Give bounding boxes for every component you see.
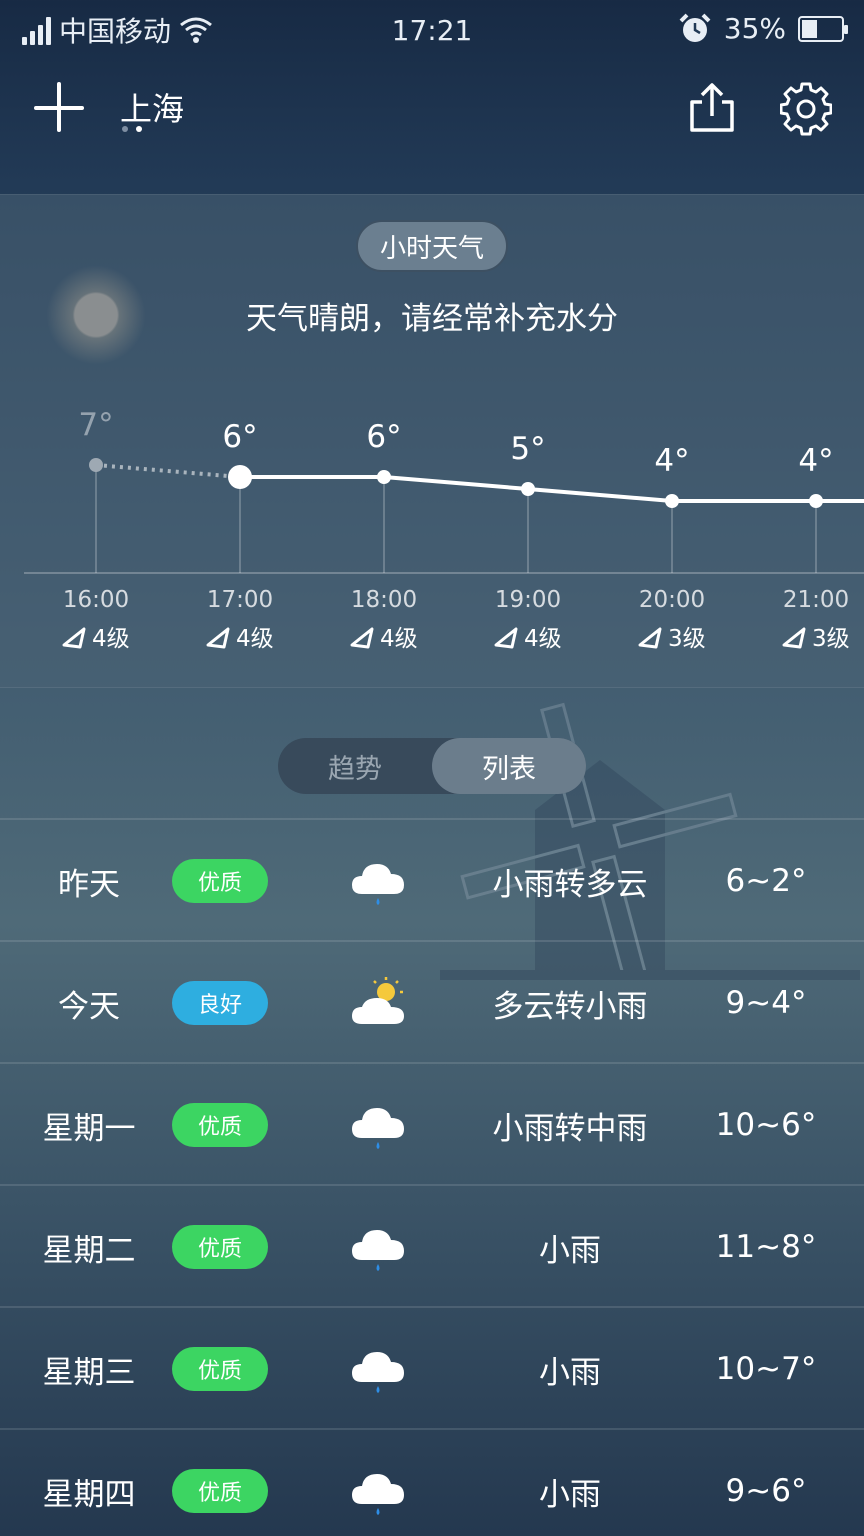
hour-temp-label: 6° [366, 419, 401, 455]
hourly-temperature-chart[interactable]: 7° 16:00 4级 6° 17:00 4级 6° 18:00 4级 5° 19:00 4级 4° 20… [0, 195, 864, 689]
hour-wind-label: 4级 [92, 626, 130, 652]
hour-temp-label: 6° [222, 419, 257, 455]
forecast-row[interactable]: 星期三 优质 小雨 10~7° [0, 1306, 864, 1428]
battery-icon [798, 15, 848, 42]
forecast-temp-range: 11~8° [715, 1229, 817, 1265]
light-rain-icon [350, 1098, 408, 1152]
forecast-day: 星期四 [42, 1476, 136, 1513]
hour-time-label: 20:00 [639, 587, 705, 613]
forecast-day: 今天 [58, 988, 120, 1025]
forecast-row[interactable]: 星期四 优质 小雨 9~6° [0, 1428, 864, 1536]
aqi-badge[interactable]: 优质 [172, 1103, 268, 1147]
wind-direction-icon [494, 627, 518, 649]
city-name[interactable]: 上海 [120, 84, 184, 130]
forecast-condition: 小雨转中雨 [492, 1110, 648, 1147]
settings-gear-icon[interactable] [780, 82, 832, 136]
hour-temp-point[interactable] [665, 494, 679, 508]
aqi-badge[interactable]: 良好 [172, 981, 268, 1025]
battery-percent: 35% [723, 12, 786, 45]
page-dot [122, 126, 128, 132]
light-rain-icon [350, 1220, 408, 1274]
forecast-day: 星期一 [42, 1110, 136, 1147]
forecast-row[interactable]: 星期二 优质 小雨 11~8° [0, 1184, 864, 1306]
list-tab[interactable]: 列表 [432, 738, 586, 794]
forecast-condition: 小雨 [539, 1232, 601, 1269]
aqi-badge[interactable]: 优质 [172, 1347, 268, 1391]
forecast-condition: 多云转小雨 [492, 988, 648, 1025]
alarm-clock-icon [679, 13, 711, 42]
daily-forecast-card: 趋势 列表 昨天 优质 小雨转多云 6~2° 今天 良好 多云转小雨 9~4° 星期一 优质 小雨转… [0, 714, 864, 1536]
hour-temp-point[interactable] [377, 470, 391, 484]
status-right: 35% [678, 12, 848, 45]
forecast-row[interactable]: 星期一 优质 小雨转中雨 10~6° [0, 1062, 864, 1184]
hour-wind-label: 4级 [380, 626, 418, 652]
light-rain-icon [350, 854, 408, 908]
aqi-badge[interactable]: 优质 [172, 859, 268, 903]
hour-temp-label: 4° [798, 443, 833, 479]
forecast-condition: 小雨 [539, 1476, 601, 1513]
hour-wind-label: 4级 [236, 626, 274, 652]
hour-time-label: 19:00 [495, 587, 561, 613]
hour-temp-point[interactable] [89, 458, 103, 472]
forecast-temp-range: 10~6° [715, 1107, 817, 1143]
page-dot-active [136, 126, 142, 132]
current-hour-point[interactable] [228, 465, 252, 489]
view-toggle[interactable]: 趋势 列表 [278, 738, 586, 794]
forecast-temp-range: 9~4° [725, 985, 807, 1021]
forecast-temp-range: 6~2° [725, 863, 807, 899]
wind-direction-icon [350, 627, 374, 649]
forecast-row[interactable]: 今天 良好 多云转小雨 9~4° [0, 940, 864, 1062]
hour-temp-label: 4° [654, 443, 689, 479]
wind-direction-icon [638, 627, 662, 649]
page-indicator [122, 126, 142, 132]
hour-temp-label: 7° [78, 407, 113, 443]
forecast-day: 昨天 [58, 866, 120, 903]
wind-direction-icon [62, 627, 86, 649]
partly-cloudy-icon [350, 976, 408, 1030]
forecast-day: 星期二 [42, 1232, 136, 1269]
light-rain-icon [350, 1464, 408, 1518]
hour-time-label: 18:00 [351, 587, 417, 613]
add-city-button[interactable] [34, 82, 86, 134]
hour-temp-point[interactable] [521, 482, 535, 496]
light-rain-icon [350, 1342, 408, 1396]
share-button[interactable] [686, 82, 738, 136]
past-temp-line [95, 463, 241, 479]
hour-time-label: 16:00 [63, 587, 129, 613]
forecast-condition: 小雨 [539, 1354, 601, 1391]
wind-direction-icon [206, 627, 230, 649]
hour-time-label: 17:00 [207, 587, 273, 613]
forecast-temp-range: 10~7° [715, 1351, 817, 1387]
temp-line [240, 475, 864, 503]
forecast-row[interactable]: 昨天 优质 小雨转多云 6~2° [0, 818, 864, 940]
aqi-badge[interactable]: 优质 [172, 1225, 268, 1269]
header: 上海 [0, 62, 864, 192]
hour-wind-label: 3级 [812, 626, 850, 652]
wind-direction-icon [782, 627, 806, 649]
hour-temp-label: 5° [510, 431, 545, 467]
aqi-badge[interactable]: 优质 [172, 1469, 268, 1513]
forecast-temp-range: 9~6° [725, 1473, 807, 1509]
status-bar: 中国移动 17:21 35% [0, 0, 864, 62]
hourly-weather-card: 小时天气 天气晴朗，请经常补充水分 7° 16:00 4级 6° 17:00 4级 6° 18… [0, 194, 864, 688]
trend-tab[interactable]: 趋势 [278, 738, 432, 794]
forecast-day: 星期三 [42, 1354, 136, 1391]
hour-time-label: 21:00 [783, 587, 849, 613]
forecast-condition: 小雨转多云 [492, 866, 648, 903]
hour-wind-label: 4级 [524, 626, 562, 652]
hour-wind-label: 3级 [668, 626, 706, 652]
hour-temp-point[interactable] [809, 494, 823, 508]
